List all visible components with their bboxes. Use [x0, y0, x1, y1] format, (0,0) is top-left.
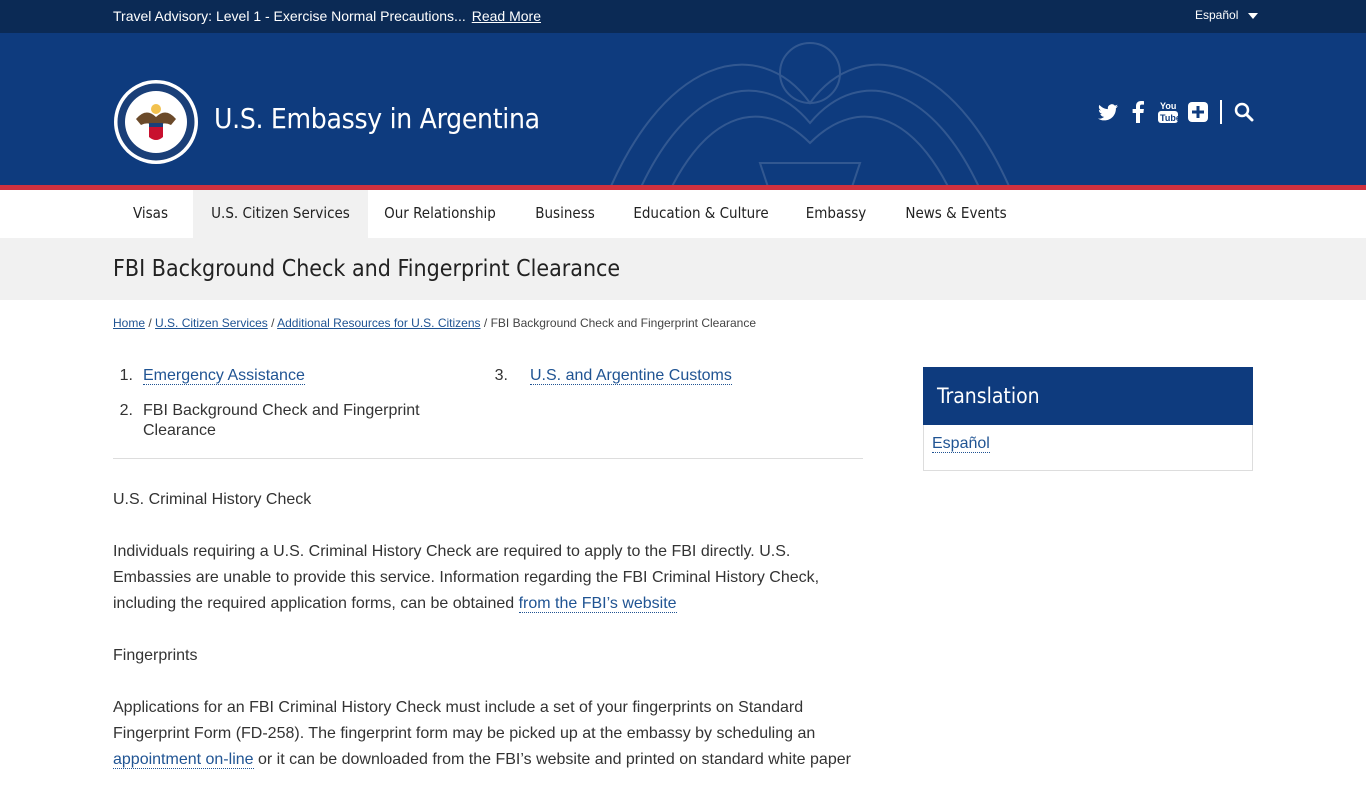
- paragraph-text: Applications for an FBI Criminal History…: [113, 699, 816, 742]
- section-table-of-contents: 1. Emergency Assistance 2. FBI Backgroun…: [113, 366, 863, 459]
- language-selector[interactable]: Español: [1195, 8, 1259, 22]
- toc-link-customs[interactable]: U.S. and Argentine Customs: [530, 367, 732, 385]
- section-heading-criminal-history: U.S. Criminal History Check: [113, 491, 312, 508]
- svg-text:You: You: [1160, 101, 1176, 111]
- main-content: U.S. Criminal History Check Individuals …: [113, 487, 863, 799]
- page-title-bar: FBI Background Check and Fingerprint Cle…: [0, 238, 1366, 300]
- youtube-icon[interactable]: You Tube: [1156, 100, 1180, 124]
- travel-advisory-bar: Travel Advisory: Level 1 - Exercise Norm…: [0, 0, 1366, 33]
- advisory-read-more-link[interactable]: Read More: [472, 8, 541, 24]
- language-label: Español: [1195, 8, 1239, 22]
- breadcrumb-separator: /: [148, 316, 152, 330]
- toc-current-item: FBI Background Check and Fingerprint Cle…: [143, 402, 420, 439]
- nav-item-our-relationship[interactable]: Our Relationship: [370, 190, 510, 238]
- plus-icon[interactable]: [1186, 100, 1210, 124]
- eagle-watermark-icon: [610, 42, 1010, 185]
- translation-espanol-link[interactable]: Español: [932, 435, 990, 453]
- fbi-website-link[interactable]: from the FBI’s website: [518, 595, 677, 613]
- nav-item-us-citizen-services[interactable]: U.S. Citizen Services: [193, 190, 368, 238]
- breadcrumb: Home / U.S. Citizen Services / Additiona…: [113, 316, 756, 330]
- paragraph-fingerprints: Applications for an FBI Criminal History…: [113, 695, 863, 773]
- social-divider: [1220, 100, 1222, 124]
- nav-item-news-events[interactable]: News & Events: [892, 190, 1020, 238]
- section-heading-fingerprints: Fingerprints: [113, 647, 198, 664]
- nav-item-embassy[interactable]: Embassy: [790, 190, 882, 238]
- chevron-down-icon: [1248, 12, 1259, 19]
- nav-item-business[interactable]: Business: [520, 190, 610, 238]
- toc-link-emergency-assistance[interactable]: Emergency Assistance: [143, 367, 305, 385]
- twitter-icon[interactable]: [1096, 100, 1120, 124]
- social-links: You Tube: [1096, 100, 1256, 124]
- advisory-message: Travel Advisory: Level 1 - Exercise Norm…: [113, 8, 466, 24]
- svg-text:Tube: Tube: [1160, 113, 1178, 123]
- breadcrumb-current: FBI Background Check and Fingerprint Cle…: [490, 316, 757, 330]
- breadcrumb-separator: /: [483, 316, 488, 330]
- breadcrumb-home-link[interactable]: Home: [113, 316, 145, 330]
- toc-number: 2.: [119, 402, 133, 419]
- breadcrumb-separator: /: [271, 316, 275, 330]
- paragraph-criminal-history: Individuals requiring a U.S. Criminal Hi…: [113, 539, 863, 617]
- toc-number: 3.: [494, 367, 508, 384]
- toc-number: 1.: [119, 367, 133, 384]
- nav-item-education-culture[interactable]: Education & Culture: [620, 190, 782, 238]
- facebook-icon[interactable]: [1126, 100, 1150, 124]
- paragraph-text: Individuals requiring a U.S. Criminal Hi…: [113, 543, 820, 612]
- appointment-online-link[interactable]: appointment on-line: [113, 751, 254, 769]
- breadcrumb-us-citizen-services-link[interactable]: U.S. Citizen Services: [155, 316, 268, 330]
- page-title: FBI Background Check and Fingerprint Cle…: [113, 256, 621, 282]
- main-navigation: Visas U.S. Citizen Services Our Relation…: [0, 190, 1366, 238]
- breadcrumb-additional-resources-link[interactable]: Additional Resources for U.S. Citizens: [277, 316, 480, 330]
- translation-widget-title: Translation: [923, 367, 1253, 425]
- search-icon[interactable]: [1232, 100, 1256, 124]
- nav-item-visas[interactable]: Visas: [113, 190, 188, 238]
- site-title[interactable]: U.S. Embassy in Argentina: [214, 102, 540, 135]
- paragraph-text-tail: or it can be downloaded from the FBI’s w…: [253, 751, 851, 768]
- advisory-text: Travel Advisory: Level 1 - Exercise Norm…: [113, 8, 541, 24]
- translation-widget: Translation Español: [923, 367, 1253, 471]
- state-department-seal-icon: [114, 80, 198, 164]
